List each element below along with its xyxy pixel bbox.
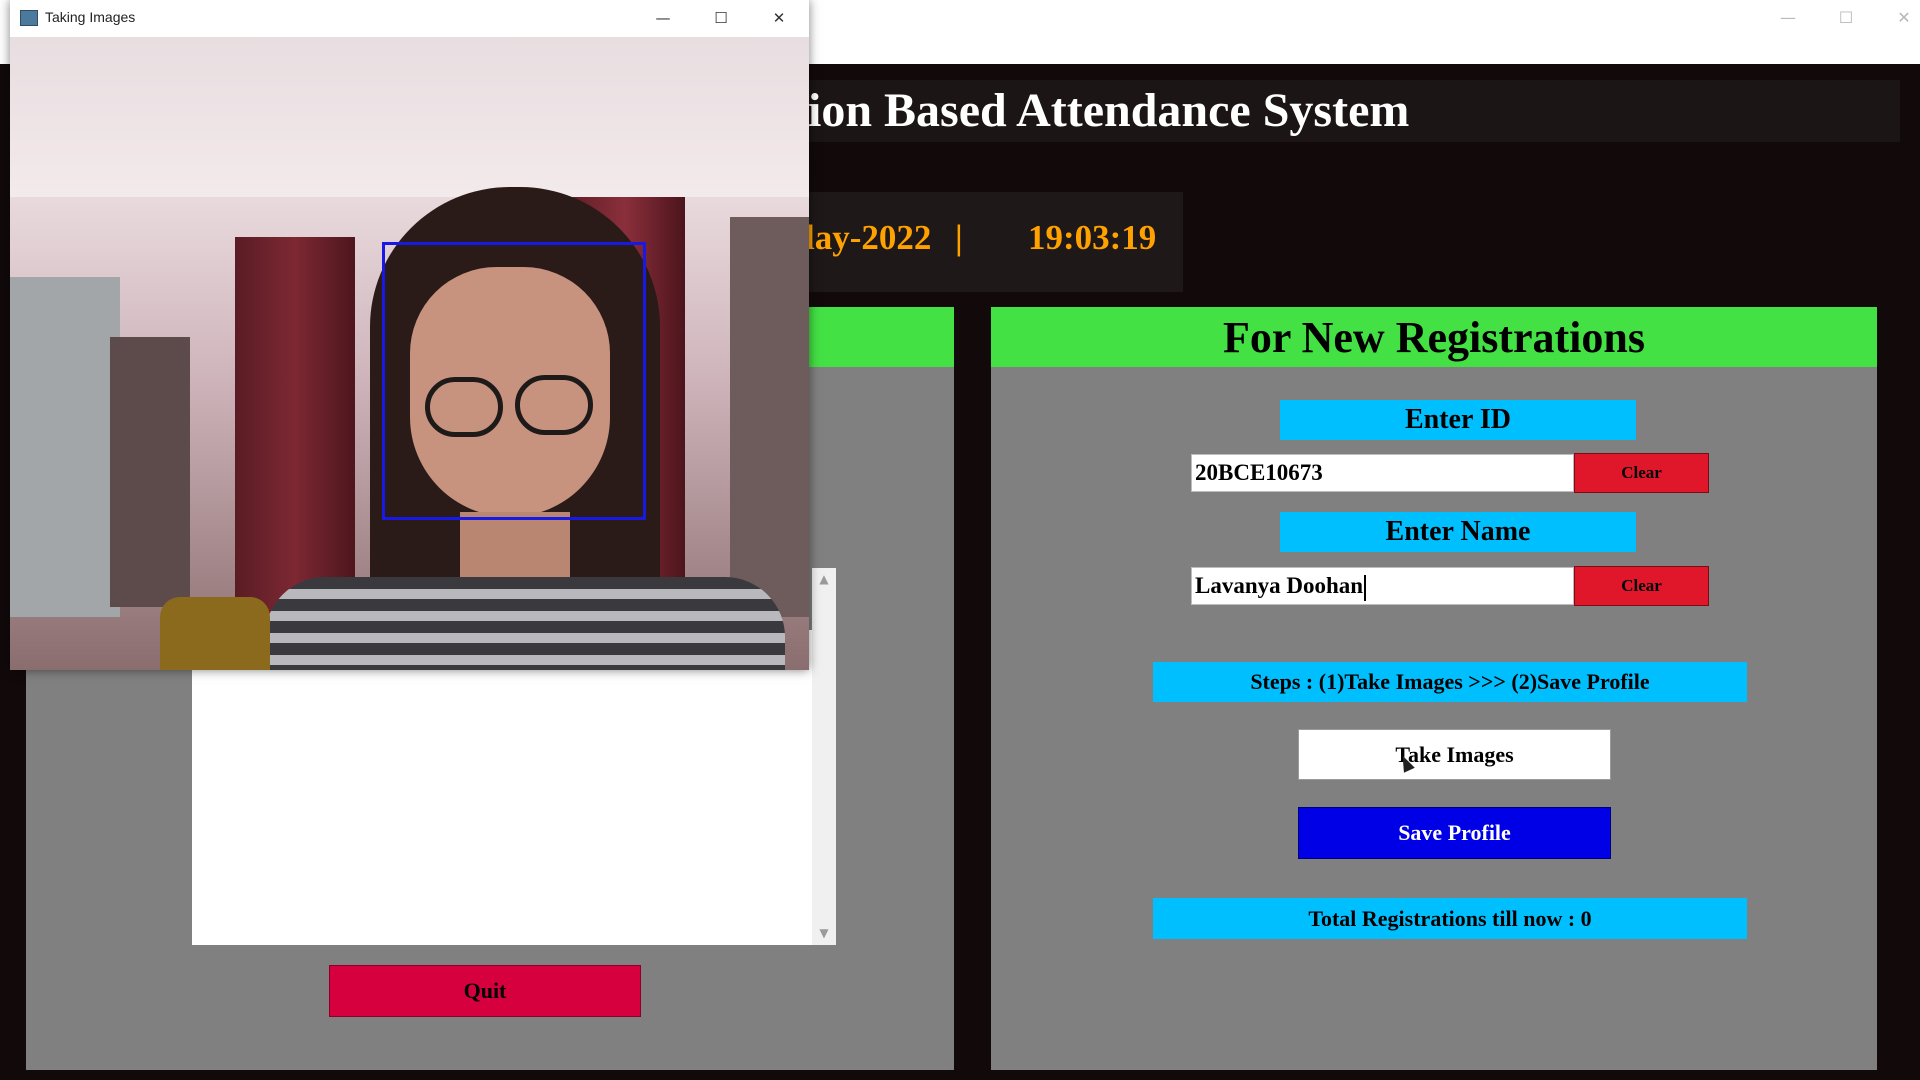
text-caret: [1364, 574, 1367, 601]
name-input[interactable]: Lavanya Doohan: [1191, 567, 1574, 605]
minimize-icon[interactable]: —: [646, 6, 680, 30]
total-registrations-label: Total Registrations till now : 0: [1153, 898, 1747, 939]
save-profile-button[interactable]: Save Profile: [1298, 807, 1611, 859]
date-label: lay-2022: [805, 218, 932, 257]
maximize-icon[interactable]: ☐: [1826, 6, 1866, 30]
quit-button[interactable]: Quit: [329, 965, 641, 1017]
camera-window-title: Taking Images: [45, 9, 136, 25]
steps-label: Steps : (1)Take Images >>> (2)Save Profi…: [1153, 662, 1747, 702]
app-title: ion Based Attendance System: [808, 84, 1410, 137]
attendance-table[interactable]: [192, 630, 812, 945]
enter-id-label: Enter ID: [1280, 400, 1636, 440]
registration-header: For New Registrations: [991, 307, 1877, 367]
take-images-button[interactable]: Take Images: [1298, 729, 1611, 780]
clear-name-button[interactable]: Clear: [1574, 566, 1709, 606]
face-detection-box: [382, 242, 646, 520]
enter-name-label: Enter Name: [1280, 512, 1636, 552]
app-icon: [20, 10, 38, 26]
maximize-icon[interactable]: ☐: [704, 6, 738, 30]
close-icon[interactable]: ✕: [762, 6, 796, 30]
right-shelf: [730, 217, 809, 617]
scroll-down-icon[interactable]: ▼: [812, 926, 836, 940]
camera-feed: [10, 37, 809, 670]
attendance-scrollbar[interactable]: [812, 568, 836, 945]
clear-id-button[interactable]: Clear: [1574, 453, 1709, 493]
scroll-up-icon[interactable]: ▲: [812, 572, 836, 586]
clock-label: 19:03:19: [1028, 218, 1157, 257]
id-input[interactable]: 20BCE10673: [1191, 454, 1574, 492]
id-input-value: 20BCE10673: [1195, 460, 1323, 485]
chair: [160, 597, 270, 670]
left-shelf: [110, 337, 190, 607]
date-time-separator: |: [955, 218, 963, 257]
close-icon[interactable]: ✕: [1884, 6, 1920, 30]
camera-titlebar[interactable]: Taking Images — ☐ ✕: [10, 0, 809, 37]
camera-window[interactable]: Taking Images — ☐ ✕: [10, 0, 809, 670]
refrigerator: [10, 277, 120, 617]
name-input-value: Lavanya Doohan: [1195, 573, 1364, 598]
striped-top: [265, 577, 785, 670]
minimize-icon[interactable]: —: [1768, 6, 1808, 30]
ceiling: [10, 37, 809, 197]
